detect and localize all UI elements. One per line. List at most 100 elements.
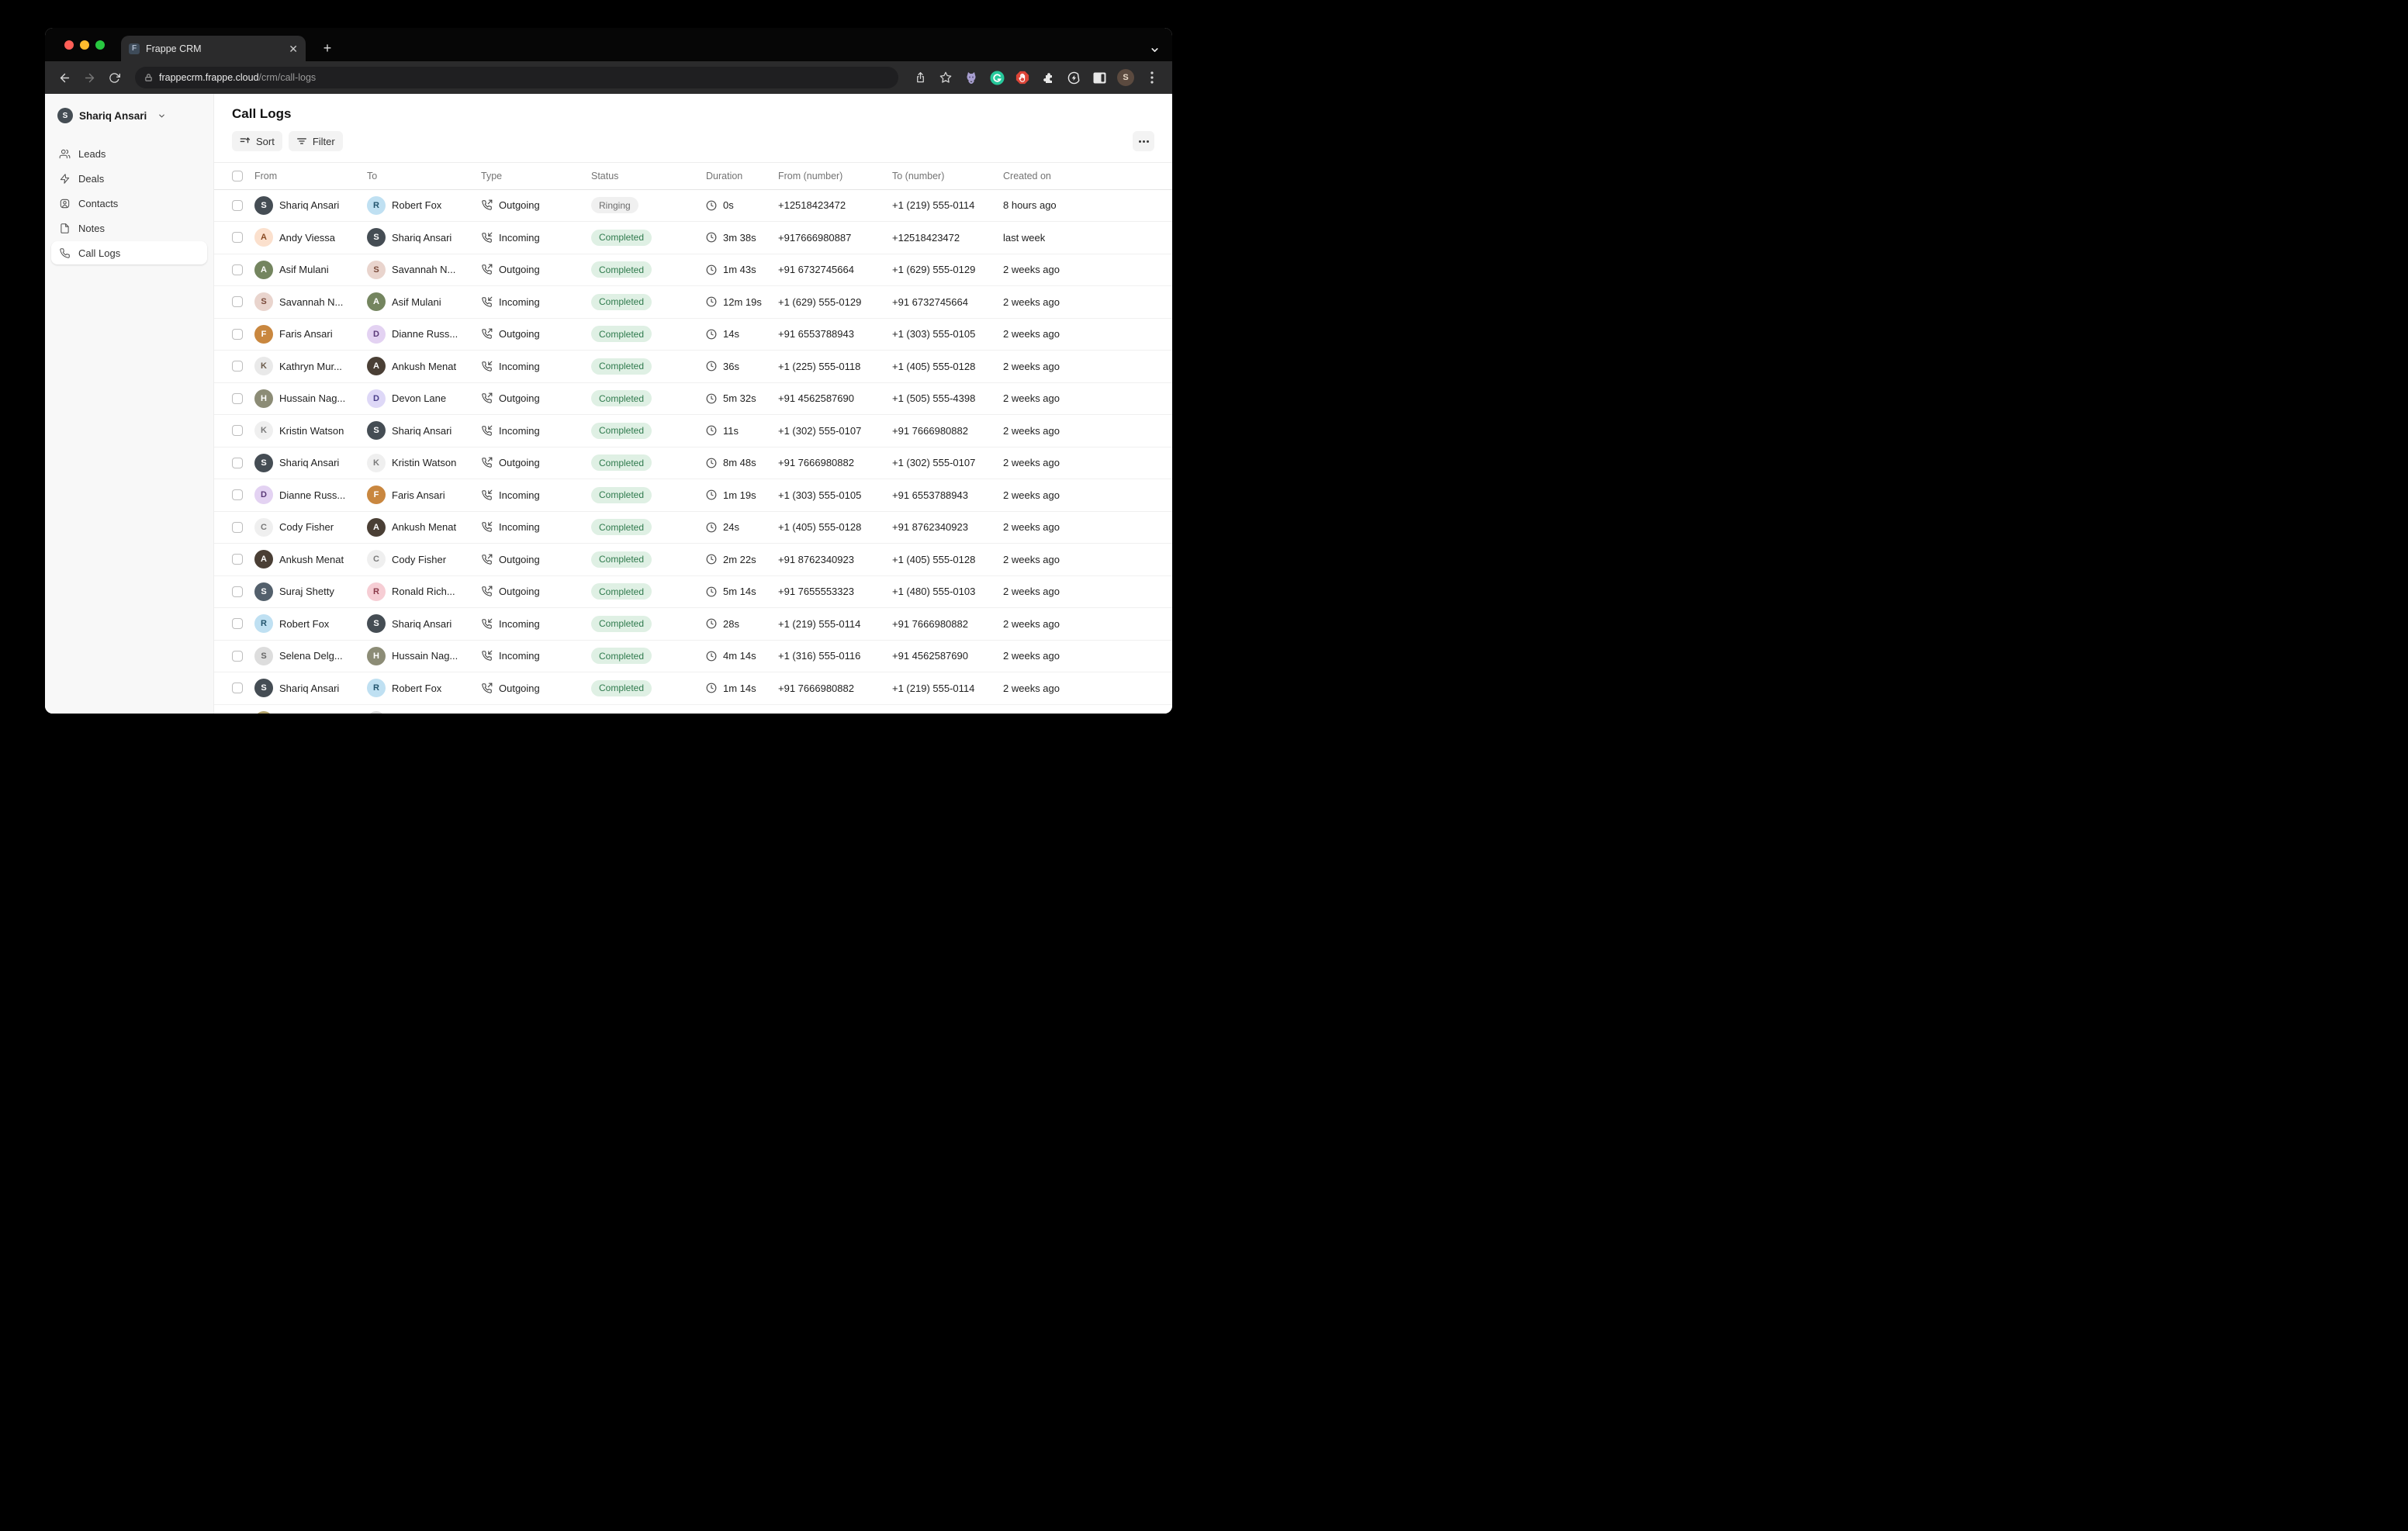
new-tab-button[interactable]: + (318, 39, 337, 57)
column-header[interactable]: Status (591, 171, 706, 181)
row-checkbox[interactable] (232, 425, 243, 436)
table-row-partial[interactable] (214, 705, 1172, 714)
extensions-puzzle-icon[interactable] (1040, 70, 1056, 85)
row-checkbox[interactable] (232, 489, 243, 500)
table-row[interactable]: SShariq AnsariRRobert FoxOutgoingRinging… (214, 190, 1172, 223)
maximize-window-button[interactable] (95, 40, 105, 50)
table-row[interactable]: AAnkush MenatCCody FisherOutgoingComplet… (214, 544, 1172, 576)
clock-icon (706, 554, 717, 565)
forward-icon[interactable] (79, 67, 99, 88)
column-header[interactable]: From (number) (778, 171, 892, 181)
to-avatar: S (367, 421, 386, 440)
table-row[interactable]: DDianne Russ...FFaris AnsariIncomingComp… (214, 479, 1172, 512)
sidebar-item-contacts[interactable]: Contacts (51, 192, 207, 215)
from-cell: SSavannah N... (254, 292, 367, 311)
to-avatar: D (367, 325, 386, 344)
row-checkbox[interactable] (232, 586, 243, 597)
table-row[interactable]: SShariq AnsariKKristin WatsonOutgoingCom… (214, 448, 1172, 480)
to-number-cell: +1 (302) 555-0107 (892, 457, 1003, 468)
filter-button[interactable]: Filter (289, 131, 343, 151)
sidebar-item-call-logs[interactable]: Call Logs (51, 241, 207, 264)
row-checkbox[interactable] (232, 458, 243, 468)
github-extension-icon[interactable] (964, 70, 979, 85)
table-row[interactable]: SSelena Delg...HHussain Nag...IncomingCo… (214, 641, 1172, 673)
tab-title: Frappe CRM (146, 43, 282, 54)
table-row[interactable]: AAndy ViessaSShariq AnsariIncomingComple… (214, 222, 1172, 254)
table-row[interactable]: AAsif MulaniSSavannah N...OutgoingComple… (214, 254, 1172, 287)
row-checkbox[interactable] (232, 296, 243, 307)
page-title: Call Logs (232, 106, 1154, 122)
grammarly-extension-icon[interactable] (989, 70, 1005, 85)
column-header[interactable]: Created on (1003, 171, 1154, 181)
user-menu[interactable]: S Shariq Ansari (51, 103, 207, 128)
table-row[interactable]: SSavannah N...AAsif MulaniIncomingComple… (214, 286, 1172, 319)
browser-profile-avatar[interactable]: S (1117, 69, 1134, 86)
sidebar-item-notes[interactable]: Notes (51, 216, 207, 240)
side-panel-icon[interactable] (1092, 70, 1107, 85)
sidebar-item-leads[interactable]: Leads (51, 142, 207, 165)
table-row[interactable]: SSuraj ShettyRRonald Rich...OutgoingComp… (214, 576, 1172, 609)
row-checkbox[interactable] (232, 522, 243, 533)
close-window-button[interactable] (64, 40, 74, 50)
from-avatar: C (254, 518, 273, 537)
to-cell: HHussain Nag... (367, 647, 481, 665)
row-checkbox[interactable] (232, 618, 243, 629)
row-checkbox[interactable] (232, 651, 243, 662)
to-cell: SShariq Ansari (367, 421, 481, 440)
to-number-cell: +91 8762340923 (892, 521, 1003, 533)
table-row[interactable]: RRobert FoxSShariq AnsariIncomingComplet… (214, 608, 1172, 641)
table-row[interactable]: HHussain Nag...DDevon LaneOutgoingComple… (214, 383, 1172, 416)
row-checkbox[interactable] (232, 361, 243, 372)
from-avatar: F (254, 325, 273, 344)
column-header[interactable]: To (number) (892, 171, 1003, 181)
to-number-cell: +1 (219) 555-0114 (892, 683, 1003, 694)
list-options-button[interactable] (1133, 131, 1154, 151)
row-checkbox[interactable] (232, 264, 243, 275)
table-row[interactable]: KKristin WatsonSShariq AnsariIncomingCom… (214, 415, 1172, 448)
app-content: S Shariq Ansari LeadsDealsContactsNotesC… (45, 94, 1172, 714)
row-checkbox[interactable] (232, 200, 243, 211)
from-avatar: H (254, 389, 273, 408)
sidebar-item-deals[interactable]: Deals (51, 167, 207, 190)
created-on-cell: 2 weeks ago (1003, 650, 1154, 662)
duration-cell: 12m 19s (706, 296, 778, 308)
url-bar[interactable]: frappecrm.frappe.cloud/crm/call-logs (135, 67, 898, 88)
table-row[interactable]: KKathryn Mur...AAnkush MenatIncomingComp… (214, 351, 1172, 383)
row-checkbox[interactable] (232, 329, 243, 340)
status-cell: Completed (591, 583, 706, 600)
type-cell: Incoming (481, 361, 591, 372)
sort-button[interactable]: Sort (232, 131, 282, 151)
created-on-cell: last week (1003, 232, 1154, 244)
browser-tab[interactable]: F Frappe CRM ✕ (121, 36, 306, 61)
back-icon[interactable] (54, 67, 74, 88)
row-checkbox[interactable] (232, 554, 243, 565)
created-on-cell: 2 weeks ago (1003, 296, 1154, 308)
column-header[interactable]: From (254, 171, 367, 181)
row-checkbox[interactable] (232, 232, 243, 243)
browser-toolbar: frappecrm.frappe.cloud/crm/call-logs (45, 61, 1172, 94)
status-badge: Completed (591, 326, 652, 342)
select-all-checkbox[interactable] (232, 171, 243, 181)
column-header[interactable]: Type (481, 171, 591, 181)
energy-saver-icon[interactable] (1066, 70, 1081, 85)
tab-close-icon[interactable]: ✕ (289, 43, 298, 54)
to-number-cell: +91 6553788943 (892, 489, 1003, 501)
row-checkbox[interactable] (232, 683, 243, 693)
adblock-extension-icon[interactable] (1015, 70, 1030, 85)
table-row[interactable]: CCody FisherAAnkush MenatIncomingComplet… (214, 512, 1172, 544)
table-row[interactable]: SShariq AnsariRRobert FoxOutgoingComplet… (214, 672, 1172, 705)
bookmark-star-icon[interactable] (938, 70, 953, 85)
to-number-cell: +1 (480) 555-0103 (892, 586, 1003, 597)
tab-search-chevron-icon[interactable] (1150, 45, 1160, 55)
row-checkbox[interactable] (232, 393, 243, 404)
status-cell: Completed (591, 390, 706, 406)
to-avatar: K (367, 454, 386, 472)
browser-menu-kebab-icon[interactable] (1144, 70, 1160, 85)
column-header[interactable]: Duration (706, 171, 778, 181)
share-icon[interactable] (912, 70, 928, 85)
table-row[interactable]: FFaris AnsariDDianne Russ...OutgoingComp… (214, 319, 1172, 351)
minimize-window-button[interactable] (80, 40, 89, 50)
browser-tabstrip: F Frappe CRM ✕ + (45, 28, 1172, 61)
reload-icon[interactable] (104, 67, 124, 88)
column-header[interactable]: To (367, 171, 481, 181)
